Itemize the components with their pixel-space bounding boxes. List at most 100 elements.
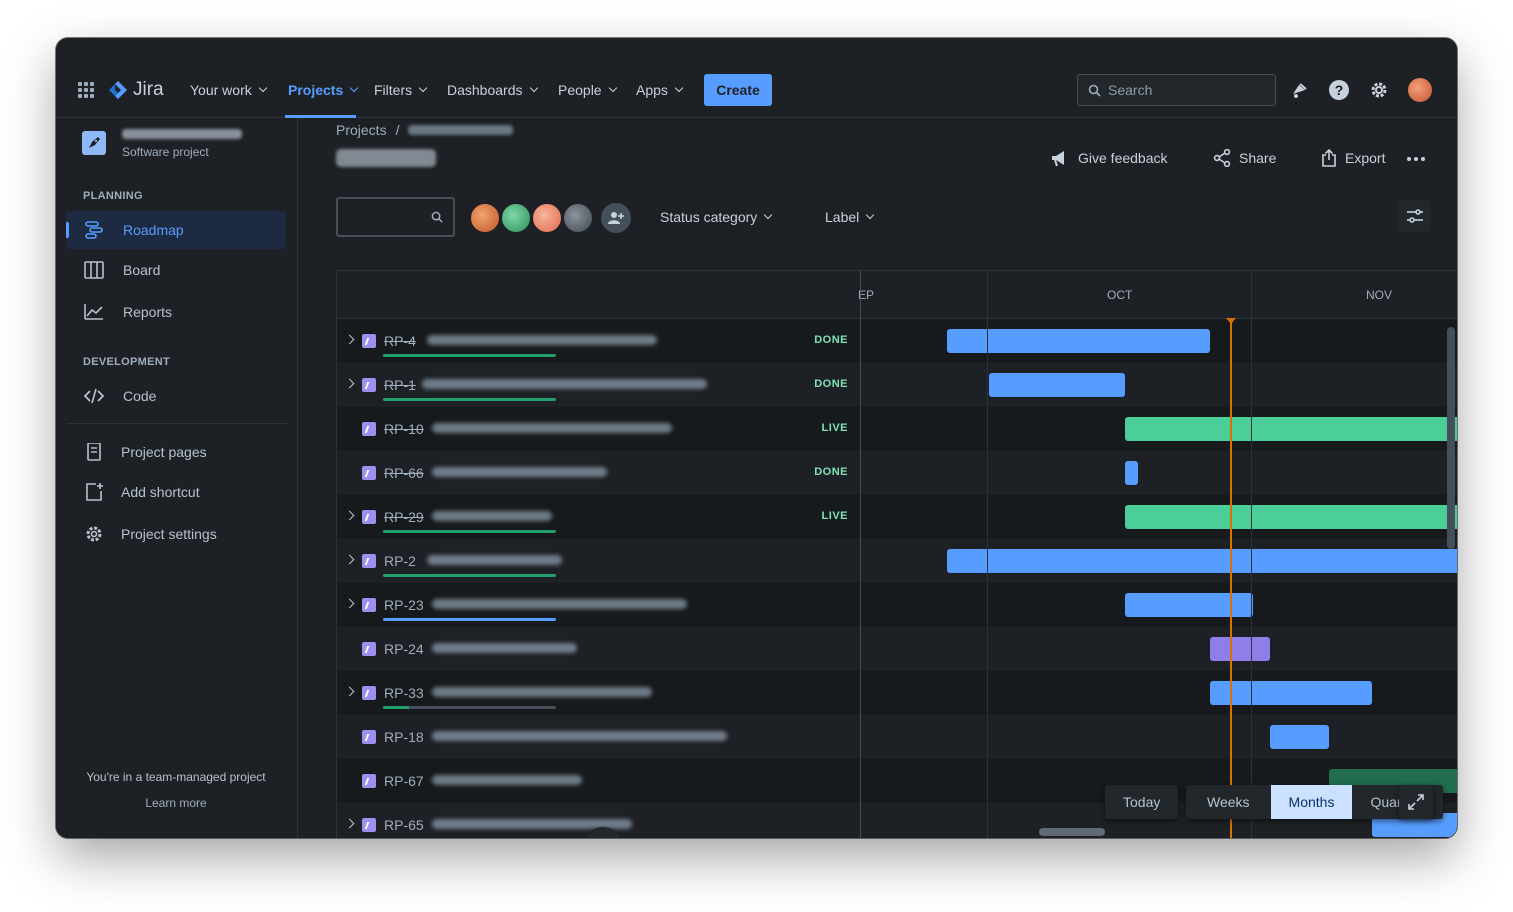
issue-summary[interactable] (432, 423, 672, 433)
more-actions-icon[interactable] (1407, 157, 1425, 161)
timeline-bar[interactable] (1125, 461, 1138, 485)
nav-filters[interactable]: Filters (374, 82, 428, 98)
label-filter[interactable]: Label (825, 209, 875, 225)
issue-key[interactable]: RP-10 (384, 421, 424, 437)
issue-summary[interactable] (427, 555, 562, 565)
help-icon[interactable]: ? (1329, 80, 1349, 100)
project-name[interactable] (122, 129, 242, 139)
today-button[interactable]: Today (1105, 785, 1178, 819)
user-avatar[interactable] (1408, 78, 1432, 102)
avatar-filter-2[interactable] (500, 202, 532, 234)
avatar-filter-4[interactable] (562, 202, 594, 234)
issue-key[interactable]: RP-33 (384, 685, 424, 701)
roadmap-list-item[interactable]: RP-66 DONE (337, 451, 860, 495)
issue-key[interactable]: RP-23 (384, 597, 424, 613)
issue-key[interactable]: RP-66 (384, 465, 424, 481)
jira-logo[interactable]: Jira (108, 79, 164, 101)
issue-key[interactable]: RP-29 (384, 509, 424, 525)
issue-summary[interactable] (422, 379, 707, 389)
notifications-icon[interactable] (1290, 81, 1308, 99)
nav-your-work[interactable]: Your work (190, 82, 267, 98)
sidebar-item-project-pages[interactable]: Project pages (66, 433, 286, 471)
timeline-bar[interactable] (1125, 417, 1457, 441)
issue-key[interactable]: RP-1 (384, 377, 416, 393)
app-switcher-icon[interactable] (78, 82, 94, 98)
sidebar-item-reports[interactable]: Reports (66, 293, 286, 331)
issue-summary[interactable] (432, 467, 607, 477)
add-people-icon[interactable] (601, 203, 631, 233)
issue-summary[interactable] (432, 511, 552, 521)
issue-key[interactable]: RP-4 (384, 333, 416, 349)
timeline-bar[interactable] (1270, 725, 1329, 749)
status-category-filter[interactable]: Status category (660, 209, 773, 225)
nav-dashboards[interactable]: Dashboards (447, 82, 538, 98)
sidebar-item-project-settings[interactable]: Project settings (66, 515, 286, 553)
chevron-right-icon[interactable] (344, 818, 355, 829)
sidebar-item-add-shortcut[interactable]: Add shortcut (66, 473, 286, 511)
nav-people[interactable]: People (558, 82, 617, 98)
roadmap-list-item[interactable]: RP-67 (337, 759, 860, 803)
avatar-filter-1[interactable] (469, 202, 501, 234)
settings-gear-icon[interactable] (1369, 80, 1389, 100)
export-button[interactable]: Export (1321, 149, 1385, 167)
breadcrumb-projects[interactable]: Projects (336, 122, 387, 138)
weeks-button[interactable]: Weeks (1186, 785, 1271, 819)
roadmap-row[interactable]: RP-4 DONE (337, 319, 1457, 363)
nav-projects[interactable]: Projects (288, 82, 359, 98)
roadmap-list-item[interactable]: RP-2 (337, 539, 860, 583)
roadmap-row[interactable]: RP-33 (337, 671, 1457, 715)
view-settings-button[interactable] (1399, 200, 1431, 232)
issue-summary[interactable] (432, 731, 727, 741)
project-avatar[interactable] (82, 131, 106, 155)
issue-summary[interactable] (432, 687, 652, 697)
issue-summary[interactable] (432, 599, 687, 609)
sidebar-item-board[interactable]: Board (66, 251, 286, 289)
roadmap-row[interactable]: RP-23 (337, 583, 1457, 627)
issue-key[interactable]: RP-65 (384, 817, 424, 833)
sidebar-item-code[interactable]: Code (66, 377, 286, 415)
roadmap-list-item[interactable]: RP-4 DONE (337, 319, 860, 363)
roadmap-search-input[interactable] (336, 197, 455, 237)
roadmap-row[interactable]: RP-10 LIVE (337, 407, 1457, 451)
chevron-right-icon[interactable] (344, 334, 355, 345)
roadmap-row[interactable]: RP-66 DONE (337, 451, 1457, 495)
chevron-right-icon[interactable] (344, 378, 355, 389)
issue-key[interactable]: RP-67 (384, 773, 424, 789)
horizontal-scrollbar[interactable] (1039, 828, 1105, 836)
issue-summary[interactable] (432, 775, 582, 785)
issue-key[interactable]: RP-18 (384, 729, 424, 745)
roadmap-list-item[interactable]: RP-24 (337, 627, 860, 671)
nav-apps[interactable]: Apps (636, 82, 684, 98)
issue-summary[interactable] (427, 335, 657, 345)
roadmap-list-item[interactable]: RP-33 (337, 671, 860, 715)
issue-key[interactable]: RP-2 (384, 553, 416, 569)
fullscreen-button[interactable] (1399, 785, 1433, 819)
breadcrumb-project-name[interactable] (408, 125, 514, 135)
issue-key[interactable]: RP-24 (384, 641, 424, 657)
issue-summary[interactable] (432, 643, 577, 653)
chevron-right-icon[interactable] (344, 510, 355, 521)
search-input[interactable]: Search (1077, 74, 1276, 106)
learn-more-link[interactable]: Learn more (56, 796, 296, 810)
roadmap-row[interactable]: RP-1 DONE (337, 363, 1457, 407)
roadmap-row[interactable]: RP-18 (337, 715, 1457, 759)
roadmap-list-item[interactable]: RP-10 LIVE (337, 407, 860, 451)
chevron-right-icon[interactable] (344, 554, 355, 565)
roadmap-list-item[interactable]: RP-29 LIVE (337, 495, 860, 539)
vertical-scrollbar[interactable] (1447, 327, 1455, 549)
roadmap-row[interactable]: RP-24 (337, 627, 1457, 671)
timeline-bar[interactable] (947, 549, 1457, 573)
create-button[interactable]: Create (704, 74, 772, 106)
months-button[interactable]: Months (1270, 785, 1353, 819)
timeline-bar[interactable] (1210, 637, 1270, 661)
roadmap-list-item[interactable]: RP-18 (337, 715, 860, 759)
chevron-right-icon[interactable] (344, 598, 355, 609)
avatar-filter-3[interactable] (531, 202, 563, 234)
timeline-bar[interactable] (1210, 681, 1372, 705)
roadmap-list-item[interactable]: RP-1 DONE (337, 363, 860, 407)
chevron-right-icon[interactable] (344, 686, 355, 697)
roadmap-row[interactable]: RP-2 (337, 539, 1457, 583)
timeline-bar[interactable] (1125, 593, 1253, 617)
give-feedback-button[interactable]: Give feedback (1050, 149, 1168, 167)
timeline-bar[interactable] (989, 373, 1125, 397)
